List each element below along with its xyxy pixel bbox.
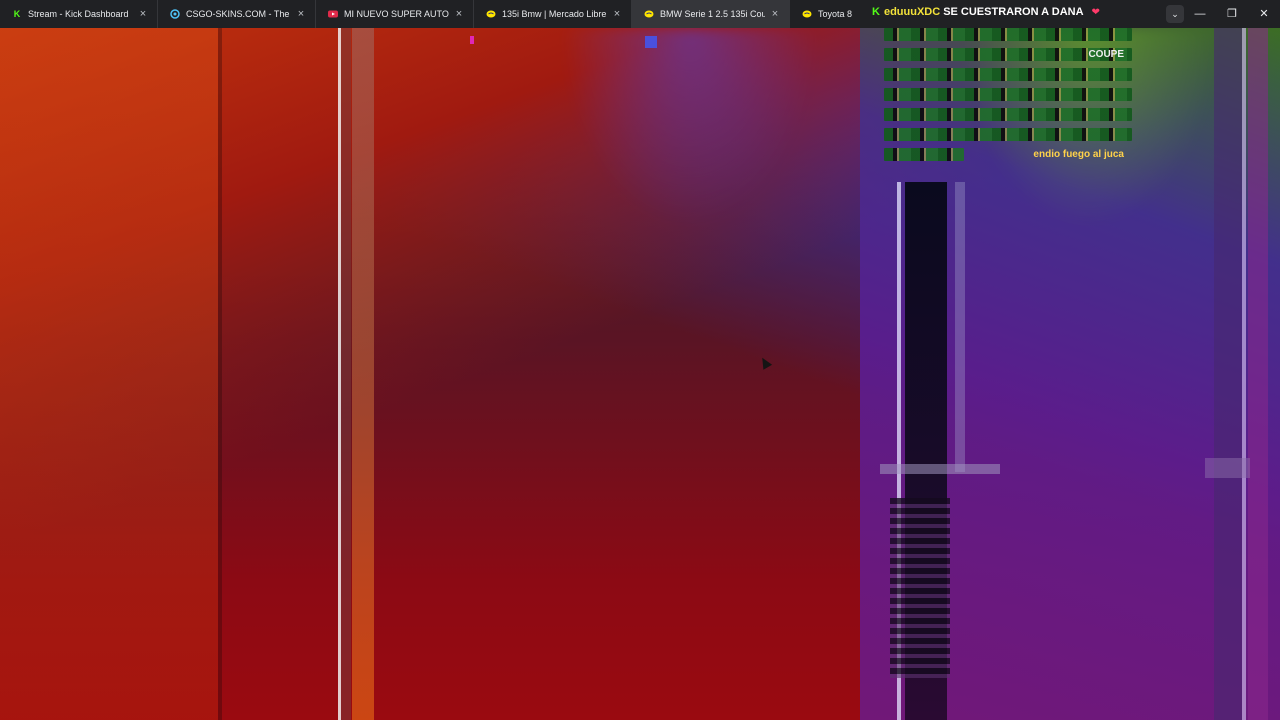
tab-search-chevron-icon[interactable]: ⌄ [1166,5,1184,23]
chat-message-list: COUPE endio fuego al juca [884,24,1132,164]
tab-mercadolibre-135i[interactable]: 135i Bmw | Mercado Libre 🚗 × [474,0,632,28]
globe-icon [170,9,180,19]
video-glitch-stripe [352,28,374,720]
video-light-beam [560,28,820,228]
tab-title: CSGO-SKINS.COM - The best C [186,9,291,19]
chat-message-scrambled [884,67,1132,81]
chat-message [884,24,1132,44]
tab-title: Stream - Kick Dashboard [28,9,129,19]
video-glitch-stripe [218,28,222,720]
chat-message-scrambled [884,27,1132,41]
screen: K Stream - Kick Dashboard × CSGO-SKINS.C… [0,0,1280,720]
chat-message-text: SE CUESTRARON A DANA [943,6,1084,18]
tab-title: 135i Bmw | Mercado Libre 🚗 [502,8,607,19]
mercadolibre-icon [802,9,812,19]
kick-icon: K [872,6,880,18]
close-tab-icon[interactable]: × [769,8,781,20]
tab-title: Toyota 86 2.4 [818,9,852,19]
close-tab-icon[interactable]: × [611,8,623,20]
close-tab-icon[interactable]: × [137,8,149,20]
mercadolibre-icon [486,9,496,19]
tab-toyota-86[interactable]: Toyota 86 2.4 [790,0,860,28]
heart-icon: ❤ [1091,6,1100,18]
window-controls: — ❐ ✕ [1184,0,1280,28]
video-glitch-stripe [1214,28,1242,720]
chat-message [884,104,1132,124]
video-glitch-stripe [955,182,965,472]
minimize-icon[interactable]: — [1184,0,1216,28]
chat-highlight-message: K eduuuXDC SE CUESTRARON A DANA ❤ [872,4,1142,20]
chat-message-text: endio fuego al juca [1033,148,1124,160]
chat-message [884,84,1132,104]
video-glitch-block [890,498,950,678]
chat-message-scrambled [884,87,1132,101]
chat-message-scrambled [884,127,1132,141]
tab-title: MI NUEVO SUPER AUTO DEPO [344,9,449,19]
close-tab-icon[interactable]: × [453,8,465,20]
tab-youtube-video[interactable]: MI NUEVO SUPER AUTO DEPO × [316,0,474,28]
video-glitch-block [880,464,1000,474]
youtube-icon [328,9,338,19]
video-glitch-stripe [1248,28,1268,720]
chat-message-scrambled [884,107,1132,121]
video-glitch-stripe [341,28,351,720]
video-glitch-block [470,36,474,44]
tab-bmw-serie-1-active[interactable]: BMW Serie 1 2.5 135i Coupe Sp × [632,0,790,28]
video-glitch-block [645,36,657,48]
stream-chat-overlay: K eduuuXDC SE CUESTRARON A DANA ❤ COUPE [872,4,1142,164]
close-tab-icon[interactable]: × [295,8,307,20]
video-glitch-stripe [1242,28,1246,720]
chat-message [884,124,1132,144]
mercadolibre-icon [644,9,654,19]
chat-message [884,64,1132,84]
restore-icon[interactable]: ❐ [1216,0,1248,28]
chat-message: COUPE [884,44,1132,64]
video-glitch-block [1205,458,1250,478]
tab-kick-dashboard[interactable]: K Stream - Kick Dashboard × [0,0,158,28]
tab-csgo-skins[interactable]: CSGO-SKINS.COM - The best C × [158,0,316,28]
chat-message-scrambled [884,147,964,161]
chat-message-text: COUPE [1088,48,1124,60]
tab-title: BMW Serie 1 2.5 135i Coupe Sp [660,9,765,19]
close-window-icon[interactable]: ✕ [1248,0,1280,28]
video-glitch-stripe [0,28,218,720]
chat-message: endio fuego al juca [884,144,1132,164]
kick-icon: K [13,9,21,19]
chat-username: eduuuXDC [883,6,941,18]
